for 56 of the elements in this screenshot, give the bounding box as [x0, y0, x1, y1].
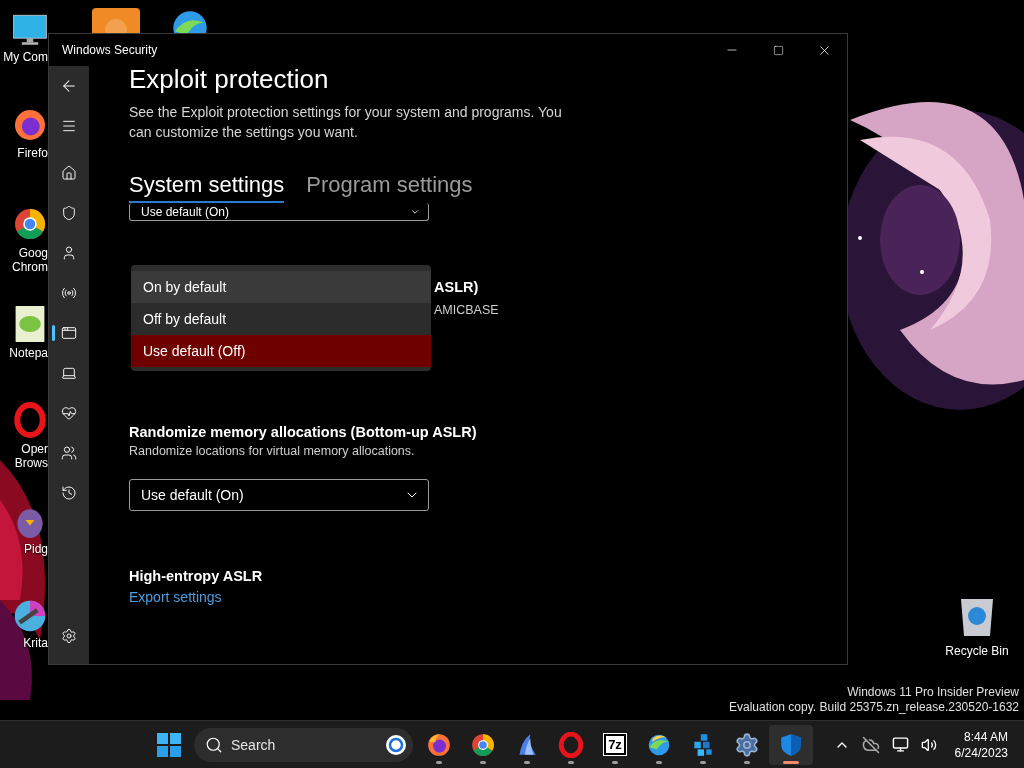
page-description: See the Exploit protection settings for your system and programs. You can customize the settings you want.	[129, 103, 563, 142]
search-field[interactable]: Search	[194, 727, 413, 762]
dropdown[interactable]: Use default (On)	[129, 479, 429, 511]
window-title: Windows Security	[62, 43, 159, 57]
setting-title: High-entropy ASLR	[129, 568, 263, 584]
shield-icon	[61, 205, 77, 221]
cloud-off-icon[interactable]	[861, 735, 880, 754]
shield-icon[interactable]	[778, 731, 804, 758]
desktop-icon-label: My Com	[2, 50, 48, 64]
tricolor-circle-icon[interactable]	[470, 731, 496, 758]
windows-logo-icon	[157, 732, 181, 757]
setting-title: ASLR)	[434, 278, 480, 296]
ring-icon[interactable]	[558, 731, 584, 758]
desktop-icon-label: Recycle Bin	[945, 644, 1009, 658]
fox-globe-icon[interactable]	[426, 731, 452, 758]
clock-time: 8:44 AM	[963, 728, 1008, 745]
export-settings-link[interactable]: Export settings	[129, 589, 222, 605]
gear-icon[interactable]	[734, 731, 760, 758]
clock-date: 6/24/2023	[954, 744, 1008, 761]
history-icon	[61, 485, 77, 501]
desktop-icon-label: Krita	[22, 636, 48, 650]
os-build-notice: Evaluation copy. Build 25375.zn_release.230520-1632	[729, 700, 1019, 715]
desktop-icon-label: Oper Brows	[13, 442, 48, 470]
volume-icon[interactable]	[920, 736, 937, 753]
back-icon	[60, 77, 78, 95]
maximize-icon	[772, 44, 784, 56]
dropdown-option[interactable]: Off by default	[131, 303, 431, 335]
setting-description: Randomize locations for virtual memory allocations.	[129, 443, 416, 459]
settings-icon	[61, 628, 77, 644]
desktop-icon-label: Notepa	[8, 346, 48, 360]
antenna-icon	[61, 285, 77, 301]
page-title: Exploit protection	[129, 63, 329, 96]
search-icon	[205, 735, 223, 754]
dropdown-option[interactable]: On by default	[131, 271, 431, 303]
network-icon[interactable]	[891, 736, 909, 753]
selection-indicator	[52, 325, 55, 341]
menu-icon	[61, 118, 77, 134]
taskbar-button[interactable]	[769, 724, 813, 765]
heart-pulse-icon	[61, 405, 77, 421]
people-icon	[61, 445, 77, 461]
window-icon	[61, 325, 77, 341]
recycle-bin-icon[interactable]	[958, 596, 996, 638]
app-tile[interactable]: 7z	[604, 734, 626, 755]
desktop-icon-label: Firefo	[16, 146, 48, 160]
setting-title: Randomize memory allocations (Bottom-up ASLR)	[129, 423, 477, 441]
dropdown-option[interactable]: Use default (Off)	[131, 335, 431, 367]
dropdown[interactable]: Use default (On)	[129, 203, 429, 221]
desktop-icon-label: Goog Chrom	[11, 246, 48, 274]
laptop-icon	[61, 365, 77, 381]
home-icon	[61, 165, 77, 181]
setting-description: AMICBASE	[434, 302, 499, 318]
clock[interactable]: 8:44 AM 6/24/2023	[954, 728, 1008, 761]
chat-bubble-icon[interactable]	[385, 733, 407, 756]
os-build-notice: Windows 11 Pro Insider Preview	[847, 685, 1019, 700]
tab[interactable]: Program settings	[306, 172, 473, 203]
person-icon	[61, 245, 77, 261]
